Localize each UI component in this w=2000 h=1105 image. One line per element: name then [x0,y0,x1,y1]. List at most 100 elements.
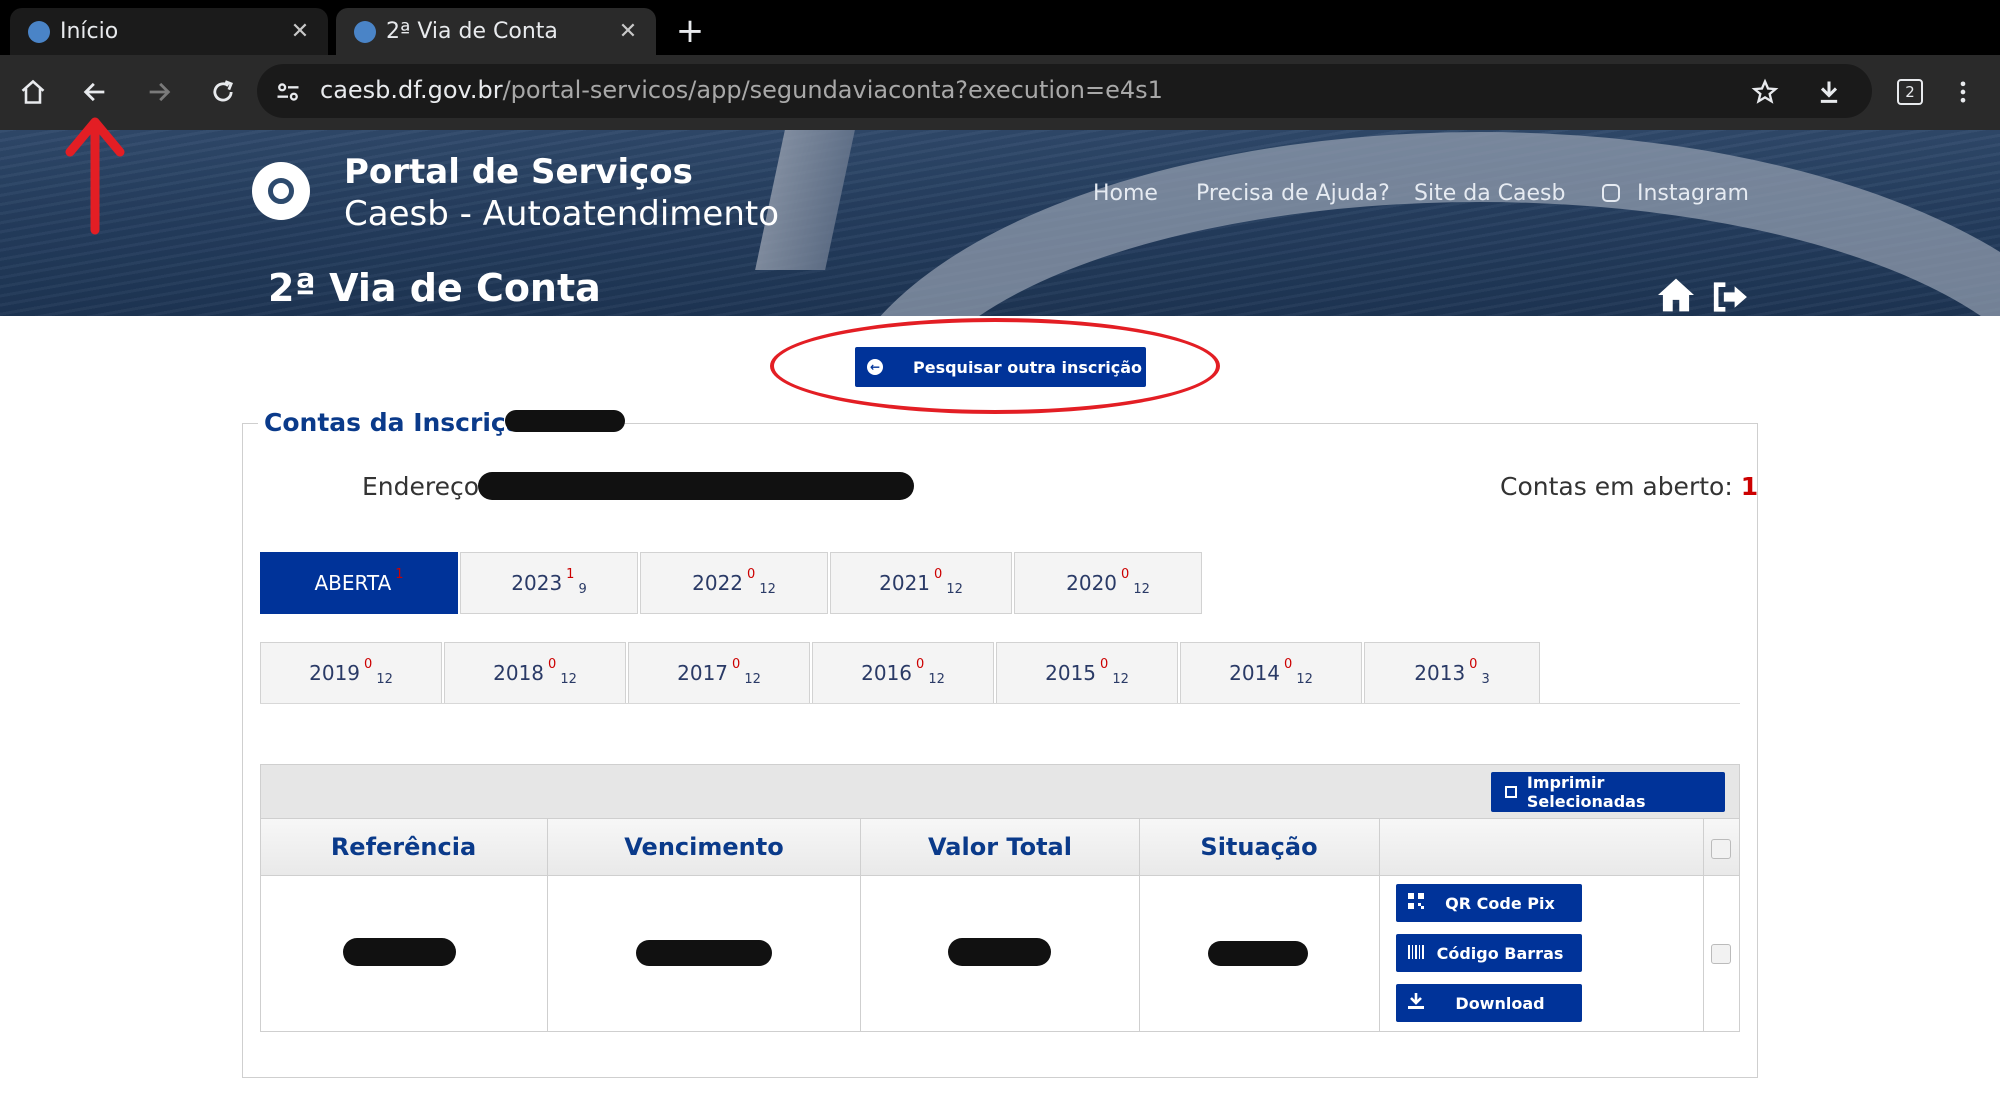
tab-total-count: 9 [578,581,587,597]
download-icon [1408,993,1432,1013]
tab-aberta[interactable]: ABERTA 1 [260,552,458,614]
tab-open-count: 0 [1121,566,1130,582]
brand-subtitle: Caesb - Autoatendimento [344,194,779,234]
tab-2016[interactable]: 2016 0 12 [812,642,994,704]
forward-button[interactable] [134,67,184,117]
qr-code-pix-label: QR Code Pix [1445,893,1555,913]
download-button[interactable] [1804,67,1854,117]
tab-label: 2019 [309,661,361,685]
select-all-checkbox[interactable] [1711,839,1731,859]
reload-button[interactable] [198,67,248,117]
column-referencia[interactable]: Referência [260,818,547,876]
printer-icon [1505,786,1517,798]
tab-2020[interactable]: 2020 0 12 [1014,552,1202,614]
redacted-vencimento [636,940,772,966]
column-divider [1703,818,1704,1032]
tab-label: ABERTA [314,571,392,595]
site-settings-icon[interactable] [274,78,302,106]
browser-tab-segunda-via[interactable]: 2ª Via de Conta ✕ [336,8,656,55]
tab-total-count: 12 [560,671,577,687]
column-situacao[interactable]: Situação [1140,818,1378,876]
logo-swirl-icon [268,178,294,204]
tab-total-count: 12 [928,671,945,687]
home-icon[interactable] [1656,277,1696,313]
qr-code-pix-button[interactable]: QR Code Pix [1396,884,1582,922]
tab-title: 2ª Via de Conta [386,19,558,44]
tab-open-count: 1 [395,566,404,582]
tab-total-count: 12 [946,581,963,597]
close-tab-icon[interactable]: ✕ [614,19,642,44]
column-vencimento[interactable]: Vencimento [548,818,860,876]
tab-2013[interactable]: 2013 0 3 [1364,642,1540,704]
print-selected-button[interactable]: Imprimir Selecionadas [1491,772,1725,812]
star-icon [1751,78,1779,104]
codigo-barras-button[interactable]: Código Barras [1396,934,1582,972]
reload-icon [213,80,233,102]
tab-label: 2018 [493,661,545,685]
tab-label: 2017 [677,661,729,685]
tab-2015[interactable]: 2015 0 12 [996,642,1178,704]
tab-2018[interactable]: 2018 0 12 [444,642,626,704]
tab-2019[interactable]: 2019 0 12 [260,642,442,704]
tabs-divider [260,703,1740,704]
redacted-referencia [343,938,456,966]
nav-home[interactable]: Home [1093,181,1158,206]
tab-label: 2015 [1045,661,1097,685]
nav-help[interactable]: Precisa de Ajuda? [1196,181,1390,206]
column-valor-total[interactable]: Valor Total [861,818,1139,876]
codigo-barras-label: Código Barras [1436,943,1564,963]
redacted-address [478,472,914,500]
nav-instagram[interactable]: Instagram [1637,181,1749,206]
search-other-registration-label: Pesquisar outra inscrição [913,357,1143,377]
tab-label: 2016 [861,661,913,685]
tab-total-count: 12 [1296,671,1313,687]
tab-label: 2022 [692,571,744,595]
redacted-registration-number [505,410,625,432]
tab-2022[interactable]: 2022 0 12 [640,552,828,614]
redacted-valor-total [948,938,1051,966]
logout-icon[interactable] [1710,280,1750,314]
tab-label: 2014 [1229,661,1281,685]
close-tab-icon[interactable]: ✕ [286,19,314,44]
search-other-registration-button[interactable]: ← Pesquisar outra inscrição [855,347,1146,387]
home-button[interactable] [8,67,58,117]
new-tab-button[interactable]: + [668,10,712,54]
tab-open-count: 0 [548,656,557,672]
more-vertical-icon [1960,81,1966,103]
column-divider [860,818,861,1032]
tab-switcher-button[interactable]: 2 [1885,67,1935,117]
brand-title: Portal de Serviços [344,152,693,192]
tab-2014[interactable]: 2014 0 12 [1180,642,1362,704]
caesb-logo[interactable] [252,162,310,220]
barcode-icon [1408,944,1432,963]
tab-2023[interactable]: 2023 1 9 [460,552,638,614]
tab-total-count: 12 [759,581,776,597]
tab-total-count: 12 [744,671,761,687]
tab-open-count: 0 [1469,656,1478,672]
open-accounts: Contas em aberto: 1 [1500,472,1758,501]
url-text[interactable]: caesb.df.gov.br/portal-servicos/app/segu… [320,76,1163,104]
instagram-icon [1602,184,1620,202]
bookmark-button[interactable] [1740,67,1790,117]
download-bill-button[interactable]: Download [1396,984,1582,1022]
tab-open-count: 1 [566,566,575,582]
download-label: Download [1455,993,1545,1013]
tab-open-count: 0 [1100,656,1109,672]
browser-menu-button[interactable] [1938,67,1988,117]
tab-title: Início [60,19,119,44]
row-select-checkbox[interactable] [1711,944,1731,964]
download-icon [1820,81,1838,103]
tab-label: 2020 [1066,571,1118,595]
tab-total-count: 3 [1481,671,1490,687]
arrow-left-icon [83,82,105,102]
browser-tab-inicio[interactable]: Início ✕ [10,8,328,55]
tab-label: 2023 [511,571,563,595]
tab-open-count: 0 [732,656,741,672]
tab-2021[interactable]: 2021 0 12 [830,552,1012,614]
nav-site-caesb[interactable]: Site da Caesb [1414,181,1565,206]
tab-2017[interactable]: 2017 0 12 [628,642,810,704]
redacted-situacao [1208,941,1308,966]
tab-label: 2013 [1414,661,1466,685]
tab-label: 2021 [879,571,931,595]
tab-open-count: 0 [934,566,943,582]
